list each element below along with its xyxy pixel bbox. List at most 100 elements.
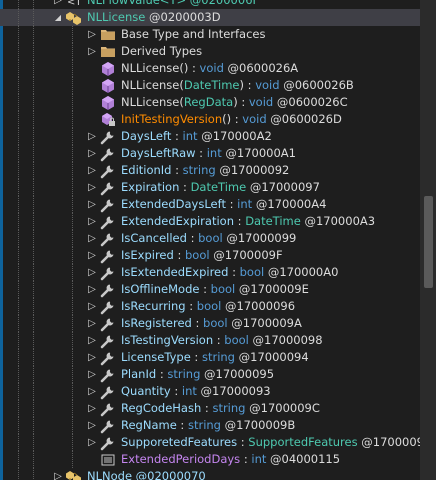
tree-item-property[interactable]: ▷ SupporetedFeatures : SupportedFeatures … — [0, 434, 433, 451]
tree-item-property[interactable]: ▷ LicenseType : string @17000094 — [0, 349, 420, 366]
tree-item-property[interactable]: ▷ Expiration : DateTime @17000097 — [0, 179, 420, 196]
indent-guide — [18, 332, 20, 349]
metadata-token: @17000099 — [226, 231, 297, 245]
indent-guide — [72, 332, 74, 349]
indent-guide — [18, 179, 20, 196]
class-icon — [66, 469, 82, 480]
indent-guide — [33, 111, 35, 128]
expand-arrow-icon[interactable]: ▷ — [86, 196, 98, 213]
property-wrench-icon — [100, 248, 116, 264]
tree-item-property[interactable]: ▷ IsExtendedExpired : bool @170000A0 — [0, 264, 420, 281]
expand-arrow-icon[interactable]: ▷ — [52, 468, 64, 480]
folder-label: Derived Types — [121, 44, 203, 58]
tree-item-property[interactable]: ▷ IsTestingVersion : bool @17000098 — [0, 332, 420, 349]
property-wrench-icon — [100, 197, 116, 213]
expand-arrow-icon[interactable]: ▷ — [86, 264, 98, 281]
vertical-scrollbar[interactable] — [420, 0, 436, 480]
method-name: NLLicense — [121, 95, 180, 109]
tree-item-property[interactable]: ▷ RegCodeHash : string @1700009C — [0, 400, 420, 417]
tree-item-label: NLFlowValue<T> @0200006F — [87, 0, 259, 9]
property-type: bool — [185, 248, 210, 262]
expand-arrow-icon[interactable]: ▷ — [86, 434, 98, 451]
expand-arrow-icon[interactable]: ▷ — [86, 349, 98, 366]
tree-item-property[interactable]: ▷ IsCancelled : bool @17000099 — [0, 230, 420, 247]
tree-item-property[interactable]: ▷ Quantity : int @17000093 — [0, 383, 420, 400]
indent-guide — [33, 77, 35, 94]
expand-arrow-icon[interactable]: ▷ — [86, 281, 98, 298]
tree-item-folder[interactable]: ▷ Base Type and Interfaces — [0, 26, 420, 43]
expand-arrow-icon[interactable]: ▷ — [86, 400, 98, 417]
class-name: NLLicense — [87, 10, 146, 24]
expand-arrow-icon[interactable]: ▷ — [86, 128, 98, 145]
tree-item-property[interactable]: ▷ IsExpired : bool @1700009F — [0, 247, 420, 264]
expand-arrow-icon[interactable]: ▷ — [86, 145, 98, 162]
property-name: ExtendedDaysLeft — [121, 197, 226, 211]
expand-arrow-icon[interactable]: ▷ — [86, 332, 98, 349]
tree-item-method[interactable]: NLLicense(DateTime) : void @0600026B — [0, 77, 420, 94]
scrollbar-thumb[interactable] — [424, 196, 433, 288]
expand-arrow-icon[interactable]: ▷ — [86, 298, 98, 315]
tree-item-label: RegName : string @1700009B — [121, 417, 295, 434]
tree-item-property[interactable]: ▷ IsOfflineMode : bool @1700009E — [0, 281, 420, 298]
tree-item-nlflowvalue[interactable]: ▷<T> NLFlowValue<T> @0200006F — [0, 0, 420, 9]
separator: : — [195, 146, 207, 160]
expand-arrow-icon[interactable]: ▷ — [52, 0, 64, 9]
tree-item-property[interactable]: ▷ RegName : string @1700009B — [0, 417, 420, 434]
metadata-token: @1700009A — [231, 316, 302, 330]
indent-guide — [33, 9, 35, 26]
param-type: RegData — [183, 95, 234, 109]
expand-arrow-icon[interactable]: ▷ — [86, 26, 98, 43]
property-type: string — [212, 401, 246, 415]
tree-item-method[interactable]: NLLicense(RegData) : void @0600026C — [0, 94, 420, 111]
tree-item-method[interactable]: InitTestingVersion() : void @0600026D — [0, 111, 420, 128]
property-wrench-icon — [100, 265, 116, 281]
expand-arrow-icon[interactable]: ▷ — [86, 230, 98, 247]
property-type: bool — [196, 299, 222, 313]
expand-arrow-icon[interactable]: ▷ — [86, 247, 98, 264]
method-icon — [100, 78, 116, 94]
expand-arrow-icon[interactable]: ▷ — [86, 213, 98, 230]
expand-arrow-icon[interactable]: ▷ — [86, 43, 98, 60]
indent-guide — [33, 366, 35, 383]
tree-item-property[interactable]: ▷ IsRegistered : bool @1700009A — [0, 315, 420, 332]
expand-arrow-icon[interactable]: ▷ — [86, 162, 98, 179]
tree-item-label: IsOfflineMode : bool @1700009E — [121, 281, 309, 298]
indent-guide — [18, 111, 20, 128]
tree-item-label: IsExtendedExpired : bool @170000A0 — [121, 264, 338, 281]
metadata-token: @170000A1 — [225, 146, 296, 160]
tree-item-property[interactable]: ▷ ExtendedExpiration : DateTime @170000A3 — [0, 213, 420, 230]
property-name: SupporetedFeatures — [121, 435, 238, 449]
expand-arrow-icon[interactable]: ▷ — [86, 315, 98, 332]
tree-item-property[interactable]: ▷ PlanId : string @17000095 — [0, 366, 420, 383]
tree-item-property[interactable]: ▷ ExtendedDaysLeft : int @170000A4 — [0, 196, 420, 213]
indent-guide — [18, 298, 20, 315]
tree-item-property[interactable]: ▷ DaysLeft : int @170000A2 — [0, 128, 420, 145]
indent-guide — [72, 366, 74, 383]
tree-item-property[interactable]: ▷ IsRecurring : bool @17000096 — [0, 298, 420, 315]
property-name: LicenseType — [121, 350, 191, 364]
expand-arrow-icon[interactable]: ▷ — [86, 179, 98, 196]
indent-guide — [72, 264, 74, 281]
indent-guide — [18, 145, 20, 162]
expand-arrow-icon[interactable]: ▷ — [86, 383, 98, 400]
tree-item-property[interactable]: ▷ EditionId : string @17000092 — [0, 162, 420, 179]
tree-item-nlnode[interactable]: ▷ NLNode @02000070 — [0, 468, 420, 480]
indent-guide — [33, 315, 35, 332]
tree-item-label: DaysLeftRaw : int @170000A1 — [121, 145, 296, 162]
tree-item-folder[interactable]: ▷ Derived Types — [0, 43, 420, 60]
tree-item-field[interactable]: ExtendedPeriodDays : int @04000115 — [0, 451, 420, 468]
tree-item-method[interactable]: NLLicense() : void @0600026A — [0, 60, 420, 77]
collapse-arrow-icon[interactable]: ◢ — [52, 9, 64, 26]
tree-item-label: ExtendedDaysLeft : int @170000A4 — [121, 196, 326, 213]
property-type: string — [187, 418, 221, 432]
tree-item-nllicense[interactable]: ◢ NLLicense @0200003D — [0, 9, 420, 26]
return-type: void — [248, 95, 274, 109]
metadata-token: @170000A2 — [201, 129, 272, 143]
tree-item-label: ExtendedExpiration : DateTime @170000A3 — [121, 213, 375, 230]
expand-arrow-icon[interactable]: ▷ — [86, 417, 98, 434]
property-type: int — [237, 197, 253, 211]
expand-arrow-icon[interactable]: ▷ — [86, 366, 98, 383]
tree-item-property[interactable]: ▷ DaysLeftRaw : int @170000A1 — [0, 145, 420, 162]
indent-guide — [33, 434, 35, 451]
indent-guide — [18, 349, 20, 366]
